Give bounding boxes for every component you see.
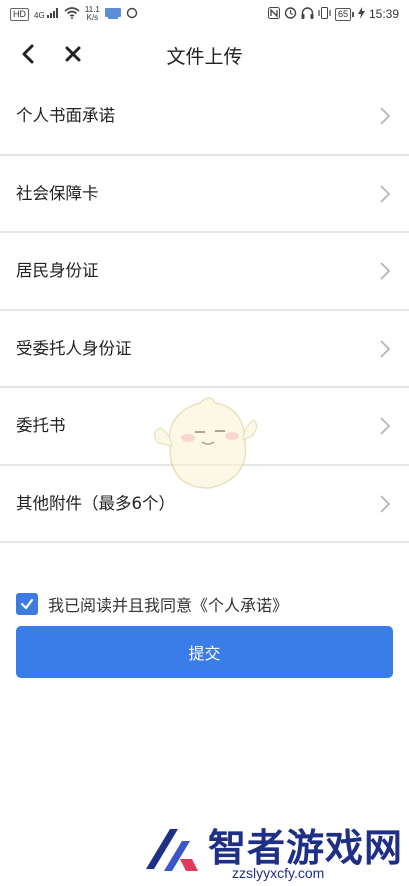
list-item-label: 受委托人身份证 — [16, 338, 132, 358]
agreement-checkbox[interactable] — [16, 593, 38, 615]
list-item-label: 个人书面承诺 — [16, 106, 115, 125]
chevron-right-icon — [380, 262, 391, 280]
vibrate-icon — [318, 6, 331, 22]
clock: 15:39 — [368, 7, 399, 21]
list-item-label: 委托书 — [16, 416, 66, 435]
headphones-icon — [301, 6, 314, 22]
chevron-right-icon — [380, 339, 391, 358]
battery-level: 65 — [334, 7, 351, 21]
nfc-icon — [267, 6, 280, 22]
chevron-right-icon — [380, 184, 391, 203]
site-watermark: 智者游戏网 zzslyyxcfy.com — [140, 815, 409, 886]
page-title: 文件上传 — [166, 46, 243, 68]
signal-icon: 4G — [34, 8, 59, 20]
list-item-label: 居民身份证 — [16, 261, 99, 280]
chevron-right-icon — [380, 417, 391, 435]
network-speed: 11.1 K/s — [85, 6, 100, 22]
battery-tip — [351, 11, 354, 17]
chevron-right-icon — [380, 107, 391, 125]
alarm-icon — [284, 6, 297, 22]
list-item-social-security-card[interactable]: 社会保障卡 — [0, 156, 409, 233]
agreement-text: 我已阅读并且我同意《个人承诺》 — [48, 596, 289, 615]
watermark-url: zzslyyxcfy.com — [232, 865, 325, 881]
status-bar: HD 4G 11.1 K/s 65 15:39 — [0, 0, 409, 30]
top-navigation-bar: 文件上传 — [0, 30, 409, 80]
submit-button[interactable]: 提交 — [16, 626, 393, 678]
watermark-mascot-image — [153, 397, 258, 489]
chevron-right-icon — [380, 494, 391, 513]
status-bar-right: 65 15:39 — [267, 6, 399, 22]
sync-icon — [126, 7, 138, 22]
watermark-logo-icon — [146, 829, 198, 871]
list-item-label: 社会保障卡 — [16, 183, 99, 203]
list-item-trustee-id-card[interactable]: 受委托人身份证 — [0, 311, 409, 388]
checkmark-icon — [20, 598, 34, 610]
list-item-resident-id-card[interactable]: 居民身份证 — [0, 233, 409, 311]
watermark-title: 智者游戏网 — [208, 826, 404, 870]
network-type-label: 4G — [34, 11, 45, 20]
agreement-row[interactable]: 我已阅读并且我同意《个人承诺》 — [16, 592, 288, 616]
list-item-personal-commitment[interactable]: 个人书面承诺 — [0, 78, 409, 156]
battery-icon: 65 — [334, 7, 354, 21]
hd-badge: HD — [10, 7, 29, 21]
notification-app-icon — [104, 7, 121, 22]
status-bar-left: HD 4G 11.1 K/s — [10, 6, 138, 22]
wifi-icon — [64, 6, 80, 22]
network-speed-unit: K/s — [86, 13, 99, 22]
charging-icon — [357, 6, 365, 22]
